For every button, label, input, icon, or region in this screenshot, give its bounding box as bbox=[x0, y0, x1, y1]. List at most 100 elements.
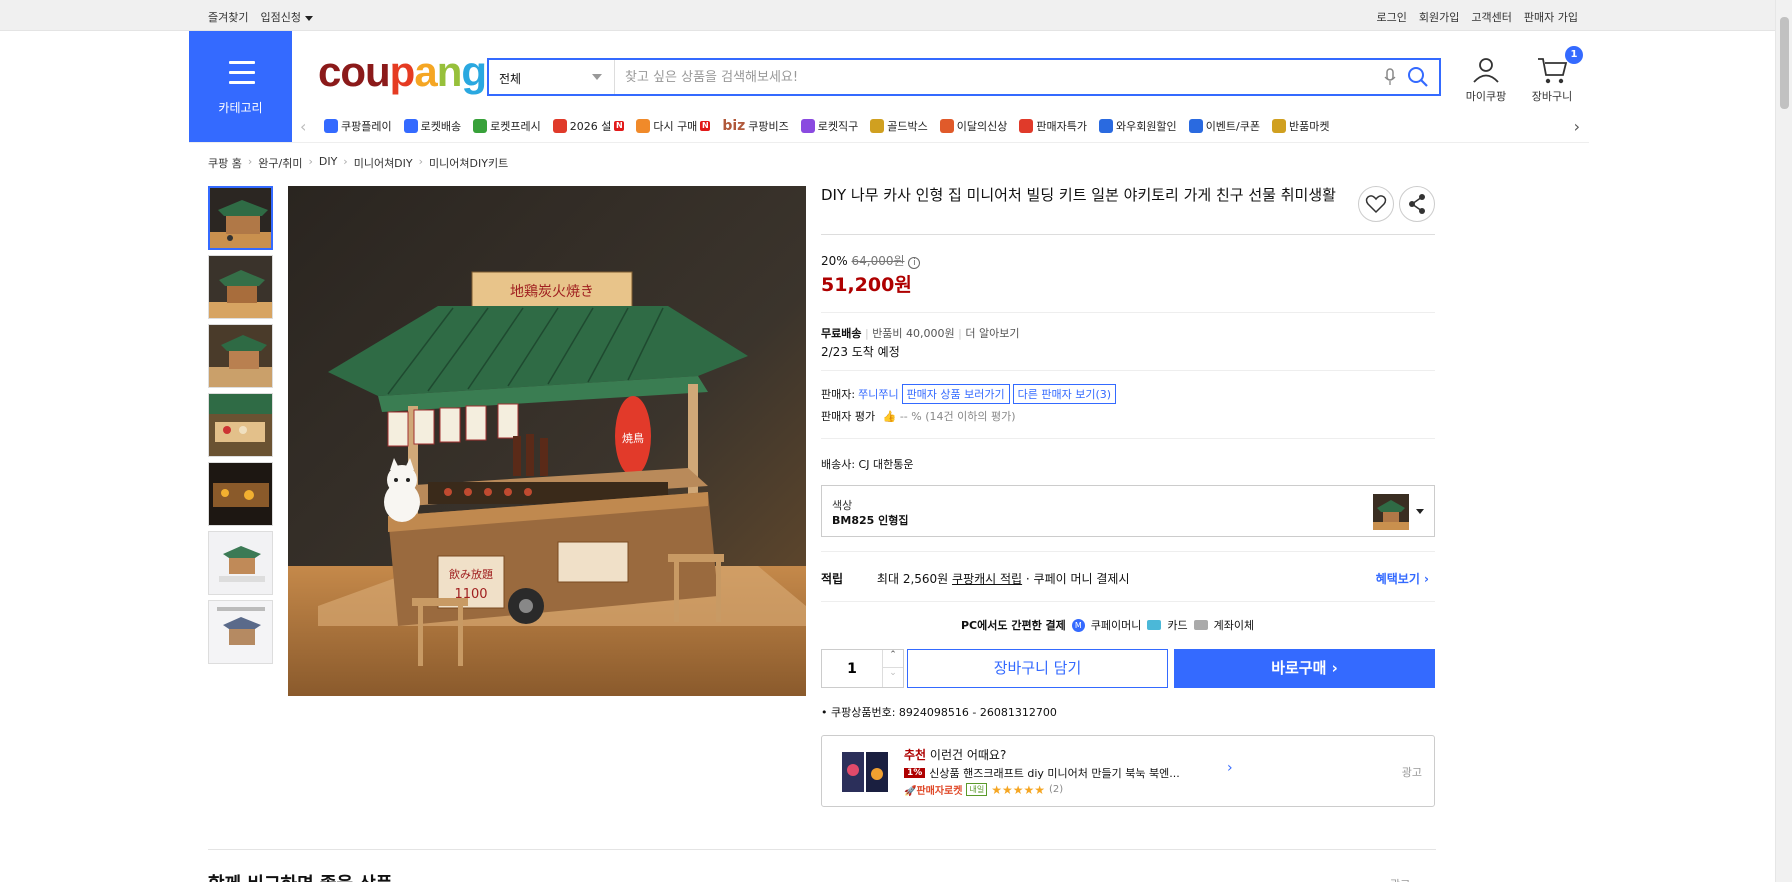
product-number: • 쿠팡상품번호: 8924098516 - 26081312700 bbox=[821, 706, 1057, 719]
category-nav: ‹ 쿠팡플레이 로켓배송 로켓프레시 2026 설 N 다시 구매 N biz 쿠팡비즈 로켓직구… bbox=[298, 114, 1588, 140]
scrollbar-thumb[interactable] bbox=[1780, 17, 1789, 109]
info-icon[interactable]: i bbox=[908, 257, 921, 269]
search-input[interactable] bbox=[625, 60, 1365, 94]
thumbnail-5[interactable] bbox=[208, 462, 273, 526]
category-nav-item[interactable]: 반품마켓 bbox=[1272, 118, 1329, 134]
quantity-up-button[interactable]: ⌃ bbox=[882, 650, 903, 668]
other-sellers-link[interactable]: 다른 판매자 보기(3) bbox=[1012, 384, 1117, 404]
cart-icon bbox=[1538, 58, 1568, 84]
thumbnail-4[interactable] bbox=[208, 393, 273, 457]
category-nav-item[interactable]: 이달의신상 bbox=[939, 118, 1007, 134]
review-count: (2) bbox=[1048, 784, 1064, 795]
original-price: 64,000원 bbox=[851, 254, 905, 268]
seller-rating-row: 판매자 평가 👍 -- % (14건 이하의 평가) bbox=[821, 408, 1016, 424]
thumbnail-6[interactable] bbox=[208, 531, 273, 595]
cart-button[interactable]: 1 장바구니 bbox=[1525, 46, 1583, 104]
chevron-right-icon[interactable]: › bbox=[1574, 117, 1580, 136]
dropdown-arrow-icon bbox=[592, 74, 602, 80]
category-nav-item[interactable]: 다시 구매 N bbox=[636, 118, 711, 134]
caret-down-icon bbox=[304, 15, 313, 21]
thumbnail-7[interactable] bbox=[208, 600, 273, 664]
breadcrumb-miniature-kit[interactable]: 미니어쳐DIY키트 bbox=[429, 155, 508, 171]
signup-link[interactable]: 회원가입 bbox=[1419, 9, 1459, 25]
thumbnail-2[interactable] bbox=[208, 255, 273, 319]
category-nav-item[interactable]: 2026 설N bbox=[552, 118, 625, 134]
buy-now-button[interactable]: 바로구매 › bbox=[1174, 649, 1435, 688]
quantity-down-button[interactable]: ⌄ bbox=[882, 668, 903, 687]
reward-row: 적립 최대 2,560원 쿠팡캐시 적립 · 쿠페이 머니 결제시 혜택보기 › bbox=[821, 570, 1429, 587]
search-icon[interactable] bbox=[1407, 66, 1429, 88]
thumbs-up-icon: 👍 bbox=[882, 410, 897, 423]
seller-rating-value: -- % (14건 이하의 평가) bbox=[899, 410, 1016, 423]
category-nav-label: 판매자특가 bbox=[1036, 120, 1087, 133]
recommend-product-name: 신상품 핸즈크래프트 diy 미니어처 만들기 북눅 북엔... bbox=[929, 767, 1180, 780]
section-divider bbox=[208, 849, 1436, 850]
coupang-cash-link[interactable]: 쿠팡캐시 적립 bbox=[952, 572, 1022, 586]
category-nav-item[interactable]: 로켓직구 bbox=[800, 118, 858, 134]
carrier: 배송사: CJ 대한통운 bbox=[821, 458, 914, 471]
option-value: BM825 인형집 bbox=[832, 514, 909, 527]
seller-label: 판매자: bbox=[821, 388, 856, 401]
sale-price: 51,200원 bbox=[821, 274, 912, 296]
add-to-cart-button[interactable]: 장바구니 담기 bbox=[907, 649, 1168, 688]
bookmark-link[interactable]: 즐겨찾기 bbox=[208, 9, 248, 25]
breadcrumb-miniature-diy[interactable]: 미니어쳐DIY bbox=[354, 155, 413, 171]
cart-label: 장바구니 bbox=[1531, 90, 1573, 103]
recommendation-ad[interactable]: 추천 이런건 어때요? 1% 신상품 핸즈크래프트 diy 미니어처 만들기 북… bbox=[821, 735, 1435, 807]
category-nav-label: 이벤트/쿠폰 bbox=[1205, 120, 1260, 133]
chevron-right-icon[interactable]: › bbox=[1227, 760, 1233, 776]
category-nav-item[interactable]: 로켓프레시 bbox=[473, 118, 541, 134]
header-divider bbox=[189, 142, 1589, 143]
category-nav-item[interactable]: biz 쿠팡비즈 bbox=[722, 118, 788, 134]
quantity-input[interactable] bbox=[822, 650, 882, 687]
breadcrumb-diy[interactable]: DIY bbox=[319, 155, 337, 171]
breadcrumb-home[interactable]: 쿠팡 홈 bbox=[208, 155, 242, 171]
percent-icon bbox=[1019, 119, 1034, 133]
category-nav-item[interactable]: 골드박스 bbox=[870, 118, 928, 134]
share-icon bbox=[1409, 194, 1425, 214]
search-scope-select[interactable]: 전체 bbox=[489, 60, 615, 94]
category-nav-item[interactable]: 이벤트/쿠폰 bbox=[1188, 118, 1260, 134]
svg-text:飲み放題: 飲み放題 bbox=[449, 567, 493, 581]
arrival-date: 2/23 도착 예정 bbox=[821, 345, 900, 359]
category-nav-item[interactable]: 와우회원할인 bbox=[1098, 118, 1177, 134]
learn-more-link[interactable]: 더 알아보기 bbox=[965, 327, 1019, 340]
category-nav-item[interactable]: 로켓배송 bbox=[403, 118, 461, 134]
repurchase-icon bbox=[636, 119, 651, 133]
new-badge: N bbox=[700, 121, 711, 131]
svg-text:焼鳥: 焼鳥 bbox=[622, 431, 644, 445]
top-utility-bar: 즐겨찾기 입점신청 로그인 회원가입 고객센터 판매자 가입 bbox=[0, 0, 1792, 31]
seller-signup-link[interactable]: 판매자 가입 bbox=[1524, 9, 1578, 25]
microphone-icon[interactable] bbox=[1381, 67, 1399, 87]
coupon-icon bbox=[1188, 119, 1203, 133]
breadcrumb-toys[interactable]: 완구/취미 bbox=[258, 155, 302, 171]
payment-text: PC에서도 간편한 결제 bbox=[961, 619, 1066, 632]
category-nav-label: 골드박스 bbox=[887, 120, 928, 133]
rating-stars: ★★★★★ bbox=[991, 782, 1045, 797]
chevron-left-icon[interactable]: ‹ bbox=[300, 117, 306, 136]
customer-center-link[interactable]: 고객센터 bbox=[1471, 9, 1511, 25]
main-product-image[interactable]: 地鶏炭火焼き 焼鳥 飲み放題 1100 bbox=[288, 186, 806, 696]
my-coupang-button[interactable]: 마이쿠팡 bbox=[1459, 55, 1513, 104]
seller-products-link[interactable]: 판매자 상품 보러가기 bbox=[901, 384, 1010, 404]
category-menu-button[interactable]: 카테고리 bbox=[189, 31, 292, 142]
seller-rating-label: 판매자 평가 bbox=[821, 410, 876, 423]
share-button[interactable] bbox=[1399, 186, 1435, 222]
benefits-link[interactable]: 혜택보기 › bbox=[1376, 570, 1429, 587]
category-nav-item[interactable]: 쿠팡플레이 bbox=[324, 118, 392, 134]
page-scrollbar[interactable] bbox=[1775, 0, 1792, 882]
seller-name-link[interactable]: 쭈니쭈니 bbox=[858, 386, 898, 402]
user-icon bbox=[1473, 58, 1499, 83]
category-nav-item[interactable]: 판매자특가 bbox=[1019, 118, 1087, 134]
category-nav-label: 반품마켓 bbox=[1289, 120, 1330, 133]
coupang-logo[interactable]: coupang bbox=[318, 48, 487, 96]
thumbnail-3[interactable] bbox=[208, 324, 273, 388]
wishlist-button[interactable] bbox=[1358, 186, 1394, 222]
color-option-select[interactable]: 색상 BM825 인형집 bbox=[821, 485, 1435, 537]
ad-label: 광고 bbox=[1401, 766, 1422, 779]
market-icon bbox=[1272, 119, 1286, 133]
category-nav-label: 쿠팡비즈 bbox=[748, 120, 789, 133]
vendor-apply-link[interactable]: 입점신청 bbox=[260, 9, 313, 25]
thumbnail-1[interactable] bbox=[208, 186, 273, 250]
login-link[interactable]: 로그인 bbox=[1377, 9, 1407, 25]
